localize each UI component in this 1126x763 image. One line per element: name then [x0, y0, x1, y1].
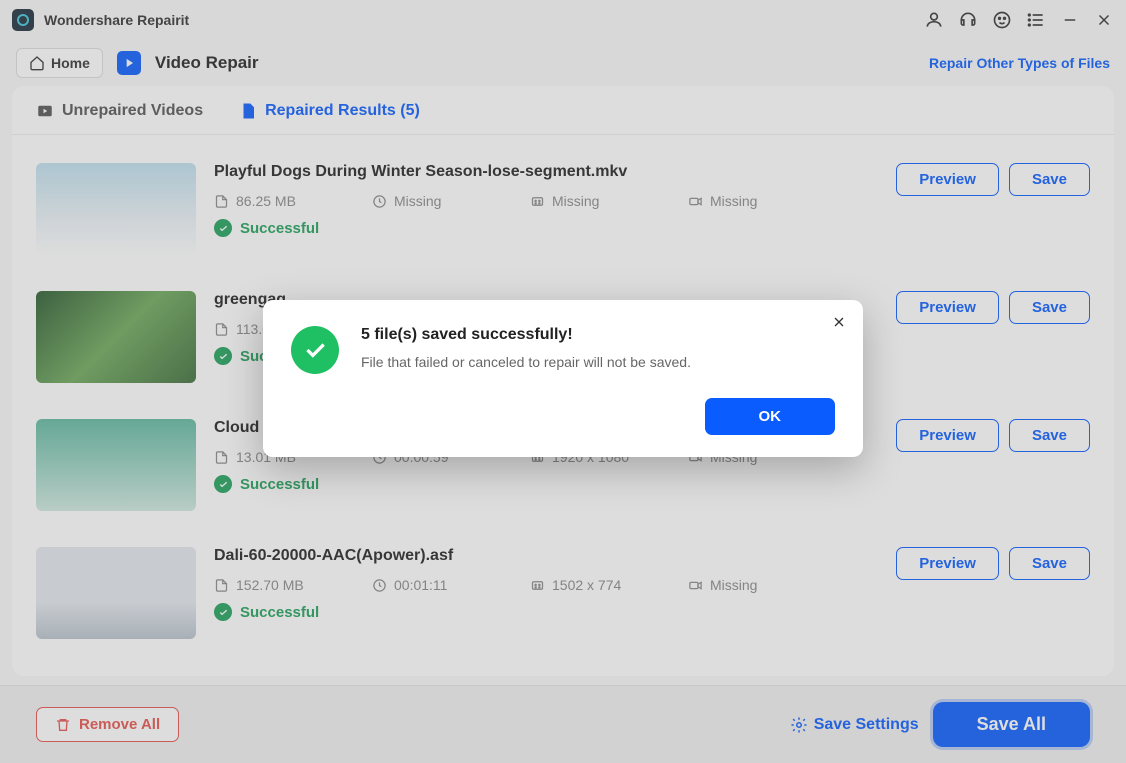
tabs: Unrepaired Videos Repaired Results (5) [12, 86, 1114, 135]
minimize-icon[interactable] [1060, 10, 1080, 30]
tab-unrepaired-label: Unrepaired Videos [62, 102, 203, 120]
file-meta: 152.70 MB 00:01:11 1502 x 774 Missing [214, 577, 878, 593]
check-icon [214, 475, 232, 493]
success-modal: 5 file(s) saved successfully! File that … [263, 300, 863, 457]
file-camera: Missing [688, 193, 798, 209]
file-row: Dali-60-20000-AAC(Apower).asf 152.70 MB … [12, 523, 1114, 651]
feedback-icon[interactable] [992, 10, 1012, 30]
save-button[interactable]: Save [1009, 547, 1090, 580]
home-label: Home [51, 55, 90, 71]
file-size: 86.25 MB [214, 193, 324, 209]
preview-button[interactable]: Preview [896, 291, 999, 324]
file-thumbnail[interactable] [36, 419, 196, 511]
file-meta: 86.25 MB Missing Missing Missing [214, 193, 878, 209]
tab-repaired[interactable]: Repaired Results (5) [239, 102, 420, 134]
check-icon [214, 347, 232, 365]
app-title: Wondershare Repairit [44, 12, 189, 28]
preview-button[interactable]: Preview [896, 547, 999, 580]
repair-other-types-link[interactable]: Repair Other Types of Files [929, 55, 1110, 71]
gear-icon [790, 716, 808, 734]
topbar: Home Video Repair Repair Other Types of … [0, 40, 1126, 86]
save-settings-label: Save Settings [814, 716, 919, 734]
check-icon [214, 603, 232, 621]
save-button[interactable]: Save [1009, 419, 1090, 452]
support-icon[interactable] [958, 10, 978, 30]
save-button[interactable]: Save [1009, 163, 1090, 196]
file-thumbnail[interactable] [36, 163, 196, 255]
file-camera: Missing [688, 577, 798, 593]
preview-button[interactable]: Preview [896, 163, 999, 196]
file-status: Successful [214, 219, 878, 237]
status-label: Successful [240, 476, 319, 493]
file-status: Successful [214, 603, 878, 621]
document-icon [239, 102, 257, 120]
file-resolution: 1502 x 774 [530, 577, 640, 593]
file-size: 152.70 MB [214, 577, 324, 593]
app-logo [12, 9, 34, 31]
file-title: Dali-60-20000-AAC(Apower).asf [214, 547, 878, 565]
tab-unrepaired[interactable]: Unrepaired Videos [36, 102, 203, 134]
module-icon [117, 51, 141, 75]
remove-all-label: Remove All [79, 716, 160, 733]
modal-title: 5 file(s) saved successfully! [361, 326, 691, 344]
menu-icon[interactable] [1026, 10, 1046, 30]
home-icon [29, 55, 45, 71]
module-title: Video Repair [155, 53, 259, 73]
file-title: Playful Dogs During Winter Season-lose-s… [214, 163, 878, 181]
save-all-button[interactable]: Save All [933, 702, 1090, 747]
file-duration: 00:01:11 [372, 577, 482, 593]
file-thumbnail[interactable] [36, 547, 196, 639]
modal-subtitle: File that failed or canceled to repair w… [361, 354, 691, 370]
video-icon [36, 102, 54, 120]
modal-close-button[interactable] [831, 314, 847, 335]
save-button[interactable]: Save [1009, 291, 1090, 324]
file-duration: Missing [372, 193, 482, 209]
account-icon[interactable] [924, 10, 944, 30]
close-icon[interactable] [1094, 10, 1114, 30]
modal-ok-button[interactable]: OK [705, 398, 836, 435]
file-resolution: Missing [530, 193, 640, 209]
remove-all-button[interactable]: Remove All [36, 707, 179, 742]
preview-button[interactable]: Preview [896, 419, 999, 452]
titlebar: Wondershare Repairit [0, 0, 1126, 40]
home-button[interactable]: Home [16, 48, 103, 78]
file-thumbnail[interactable] [36, 291, 196, 383]
tab-repaired-label: Repaired Results (5) [265, 102, 420, 120]
status-label: Successful [240, 604, 319, 621]
save-settings-link[interactable]: Save Settings [790, 716, 919, 734]
footer: Remove All Save Settings Save All [0, 685, 1126, 763]
close-icon [831, 314, 847, 330]
status-label: Successful [240, 220, 319, 237]
check-icon [214, 219, 232, 237]
file-row: Playful Dogs During Winter Season-lose-s… [12, 139, 1114, 267]
trash-icon [55, 717, 71, 733]
file-status: Successful [214, 475, 878, 493]
success-check-icon [291, 326, 339, 374]
